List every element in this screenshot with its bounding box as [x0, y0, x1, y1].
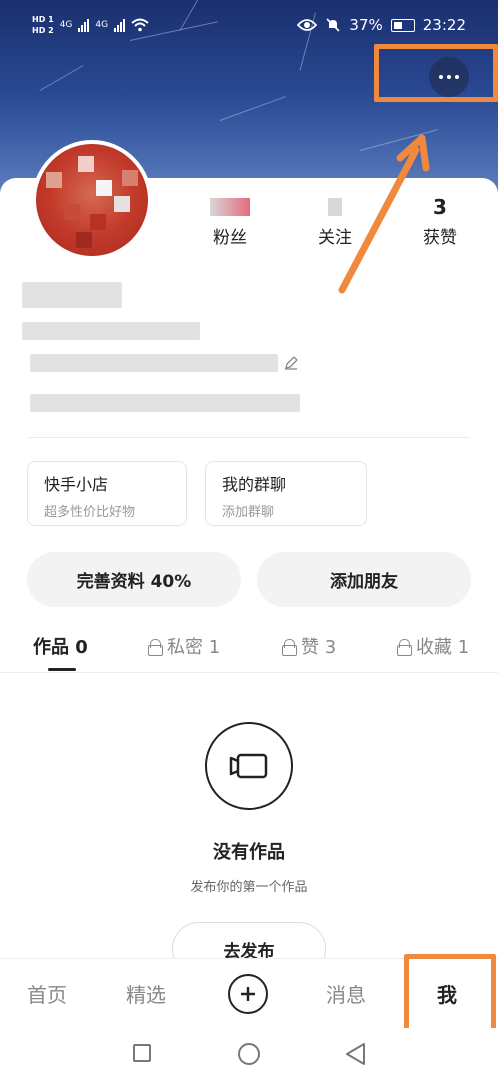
group-chat-title: 我的群聊	[222, 475, 287, 494]
nav-featured[interactable]: 精选	[126, 979, 166, 1008]
tab-active-indicator	[48, 668, 76, 671]
shop-card[interactable]: 快手小店 超多性价比好物	[27, 461, 187, 526]
lock-icon	[282, 638, 297, 656]
tab-private-label: 私密 1	[167, 637, 221, 658]
system-nav-bar	[0, 1028, 498, 1080]
video-camera-icon	[229, 753, 268, 779]
back-icon[interactable]	[344, 1042, 366, 1066]
stat-fans[interactable]: 粉丝	[200, 195, 260, 248]
nav-messages[interactable]: 消息	[326, 979, 366, 1008]
blurred-value	[210, 198, 250, 216]
empty-state-subtitle: 发布你的第一个作品	[190, 880, 308, 895]
tab-works[interactable]: 作品 0	[33, 633, 88, 659]
empty-state-title: 没有作品	[213, 842, 285, 863]
add-post-button[interactable]	[228, 974, 268, 1014]
avatar[interactable]	[32, 140, 152, 260]
group-chat-card[interactable]: 我的群聊 添加群聊	[205, 461, 367, 526]
group-chat-subtitle: 添加群聊	[222, 505, 275, 520]
nav-home[interactable]: 首页	[27, 979, 67, 1008]
complete-profile-button[interactable]: 完善资料 40%	[27, 552, 241, 607]
lock-icon	[397, 638, 412, 656]
tab-private[interactable]: 私密 1	[148, 633, 220, 659]
stat-likes[interactable]: 3 获赞	[410, 195, 470, 248]
tab-likes-label: 赞 3	[301, 637, 337, 658]
tab-likes[interactable]: 赞 3	[282, 633, 336, 659]
divider	[28, 437, 470, 438]
plus-icon	[241, 987, 255, 1001]
recent-apps-icon[interactable]	[133, 1044, 151, 1062]
stat-label-fans: 粉丝	[213, 228, 247, 248]
empty-state-icon	[205, 722, 293, 810]
content-tabs: 作品 0 私密 1 赞 3 收藏 1	[0, 625, 498, 673]
tab-works-label: 作品 0	[33, 637, 88, 658]
blurred-value	[328, 198, 342, 216]
stat-label-following: 关注	[318, 228, 352, 248]
tab-favorites[interactable]: 收藏 1	[397, 633, 469, 659]
stat-following[interactable]: 关注	[305, 195, 365, 248]
stat-label-likes: 获赞	[423, 228, 457, 248]
tab-favorites-label: 收藏 1	[416, 637, 470, 658]
home-icon[interactable]	[238, 1043, 260, 1065]
stat-value-likes: 3	[433, 195, 447, 219]
shop-subtitle: 超多性价比好物	[44, 505, 136, 520]
add-friends-button[interactable]: 添加朋友	[257, 552, 471, 607]
shop-title: 快手小店	[44, 475, 109, 494]
lock-icon	[148, 638, 163, 656]
profile-stats: 粉丝 关注 3 获赞	[200, 195, 470, 248]
